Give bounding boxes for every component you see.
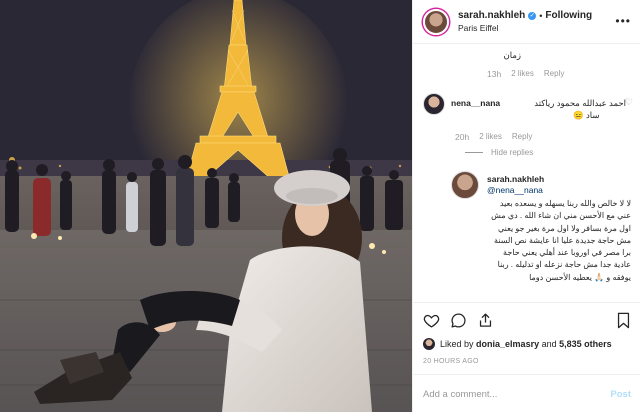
post-header: sarah.nakhleh ✓ • Following Paris Eiffel… [413,0,640,44]
reply-text: لا لا خالص والله ربنا يسهله و يسعده بعيد… [491,199,631,282]
hide-replies-button[interactable]: Hide replies [465,148,533,157]
commenter-avatar[interactable] [423,93,445,115]
author-avatar[interactable] [423,8,449,35]
previous-comment-meta: 13h 2 likes Reply [487,69,574,79]
heart-icon[interactable] [423,312,440,329]
share-icon[interactable] [477,312,494,329]
comment-time: 20h [455,132,470,142]
comment-meta: 20h 2 likes Reply [455,132,542,142]
reply-author-avatar[interactable] [451,171,479,199]
liked-by-and: and [541,339,557,349]
comment-like-heart-icon[interactable]: ♡ [625,97,633,108]
reply-mention-link[interactable]: @nena__nana [487,185,543,195]
post-side-panel: sarah.nakhleh ✓ • Following Paris Eiffel… [412,0,640,412]
liked-by-username[interactable]: donia_elmasry [476,339,539,349]
more-icon[interactable]: ••• [615,14,631,28]
previous-comment-time: 13h [487,69,502,79]
author-info: sarah.nakhleh ✓ • Following Paris Eiffel [458,10,592,33]
comments-list[interactable]: زمان 13h 2 likes Reply nena__nana احمد ع… [413,44,640,302]
comment-likes[interactable]: 2 likes [479,132,502,142]
liked-by-avatar[interactable] [423,338,435,350]
likes-count-link[interactable]: 5,835 others [559,339,612,349]
post-timestamp[interactable]: 20 HOURS AGO [423,358,479,365]
following-button[interactable]: Following [545,10,592,22]
verified-icon: ✓ [528,11,537,20]
hide-replies-line [465,152,483,153]
hide-replies-label: Hide replies [491,148,534,157]
previous-comment-text: زمان [503,50,522,60]
liked-by-line: Liked by donia_elmasry and 5,835 others [423,338,612,350]
comment-input[interactable] [423,388,583,400]
comment-text-line-1: احمد عبدالله محمود رياكتد [534,98,626,108]
commenter-username[interactable]: nena__nana [451,98,500,109]
author-username[interactable]: sarah.nakhleh [458,10,525,22]
post-actions: Liked by donia_elmasry and 5,835 others … [413,302,640,412]
comment-reply-button[interactable]: Reply [512,132,532,142]
reply-author-username[interactable]: sarah.nakhleh [487,174,544,184]
comment-text-line-2: ساد 😑 [573,110,600,120]
previous-comment-reply-button[interactable]: Reply [544,69,564,79]
previous-comment-likes[interactable]: 2 likes [511,69,534,79]
photo-eiffel-tower-scene [0,0,412,412]
bookmark-icon[interactable] [616,312,631,329]
post-comment-button[interactable]: Post [610,389,631,400]
add-comment-bar: Post [413,374,640,412]
liked-by-prefix: Liked by [440,339,474,349]
comment-icon[interactable] [450,312,467,329]
post-photo[interactable] [0,0,412,412]
post-location[interactable]: Paris Eiffel [458,23,592,33]
separator-dot: • [539,10,543,21]
